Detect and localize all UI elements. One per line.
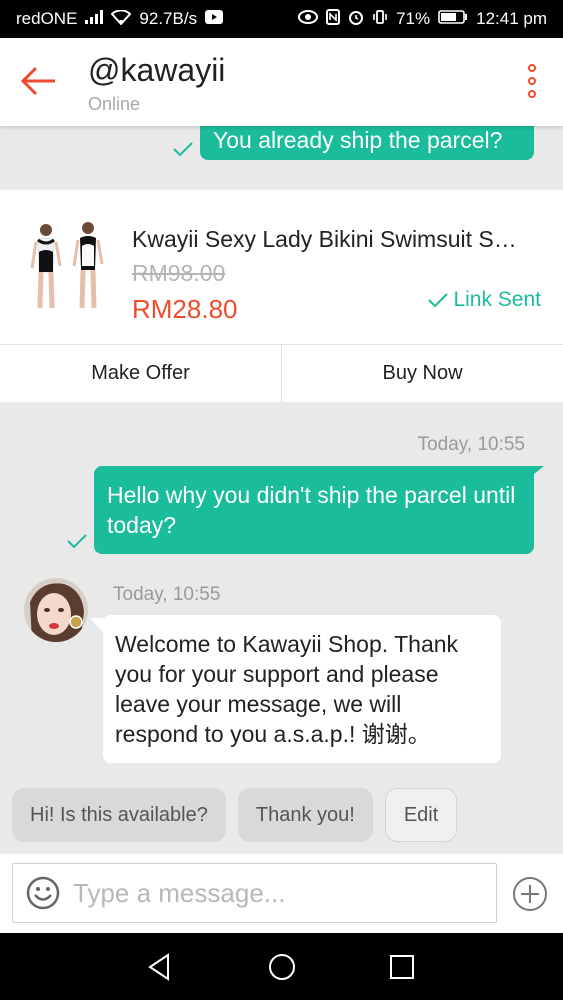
chat-header: @kawayii Online	[0, 38, 563, 126]
add-attachment-icon[interactable]	[512, 876, 548, 912]
wifi-icon	[111, 8, 132, 29]
recents-nav-icon[interactable]	[386, 951, 418, 983]
back-nav-icon[interactable]	[144, 951, 176, 983]
sent-check-icon	[67, 534, 87, 549]
media-icon	[205, 10, 224, 28]
online-status: Online	[88, 94, 141, 114]
buy-now-button[interactable]: Buy Now	[282, 345, 563, 402]
alarm-icon	[348, 9, 364, 29]
chat-title: @kawayii	[88, 52, 226, 88]
battery-icon	[438, 10, 468, 28]
avatar[interactable]	[24, 578, 88, 642]
back-button[interactable]	[18, 60, 60, 102]
message-composer	[0, 854, 563, 933]
product-name: Kwayii Sexy Lady Bikini Swimsuit S…	[132, 226, 517, 252]
product-original-price: RM98.00	[132, 260, 226, 286]
link-sent-label: Link Sent	[453, 288, 541, 311]
message-timestamp: Today, 10:55	[113, 584, 221, 605]
product-sale-price: RM28.80	[132, 294, 238, 324]
battery-percent: 71%	[396, 9, 431, 28]
make-offer-button[interactable]: Make Offer	[0, 345, 282, 402]
message-bubble-outgoing: You already ship the parcel?	[200, 126, 534, 160]
sent-check-icon	[173, 142, 193, 157]
edit-quick-replies-button[interactable]: Edit	[384, 788, 458, 842]
nfc-icon	[326, 9, 341, 29]
message-input[interactable]	[73, 877, 473, 909]
message-text: Welcome to Kawayii Shop. Thank you for y…	[115, 631, 459, 747]
clock: 12:41 pm	[476, 9, 547, 28]
product-image	[22, 218, 114, 316]
check-icon	[428, 293, 449, 308]
carrier-name: redONE	[16, 9, 78, 28]
home-nav-icon[interactable]	[266, 951, 298, 983]
back-arrow-icon	[20, 66, 55, 96]
message-text: You already ship the parcel?	[213, 127, 503, 153]
message-text: Hello why you didn't ship the parcel unt…	[107, 482, 516, 538]
message-timestamp: Today, 10:55	[417, 434, 525, 455]
product-actions: Make Offer Buy Now	[0, 344, 563, 402]
product-card[interactable]: Kwayii Sexy Lady Bikini Swimsuit S… RM98…	[0, 190, 563, 402]
vibrate-icon	[372, 9, 388, 29]
system-navigation-bar	[0, 933, 563, 1000]
seller-avatar-image	[24, 578, 88, 642]
quick-reply-chip[interactable]: Thank you!	[237, 788, 373, 842]
link-sent-status: Link Sent	[427, 288, 541, 312]
eye-icon	[298, 10, 319, 28]
message-bubble-outgoing: Hello why you didn't ship the parcel unt…	[94, 466, 534, 554]
message-bubble-incoming: Welcome to Kawayii Shop. Thank you for y…	[103, 615, 501, 763]
signal-icon	[85, 10, 104, 28]
quick-replies: Hi! Is this available? Thank you! Edit	[12, 788, 458, 842]
chat-area[interactable]: You already ship the parcel? Kwayii Sexy…	[0, 126, 563, 854]
status-bar: redONE 92.7B/s 71% 12:41 pm	[0, 0, 563, 38]
emoji-icon[interactable]	[25, 875, 61, 911]
network-speed: 92.7B/s	[139, 9, 198, 28]
message-input-container[interactable]	[12, 863, 497, 923]
more-options-icon[interactable]	[527, 64, 537, 98]
quick-reply-chip[interactable]: Hi! Is this available?	[12, 788, 226, 842]
